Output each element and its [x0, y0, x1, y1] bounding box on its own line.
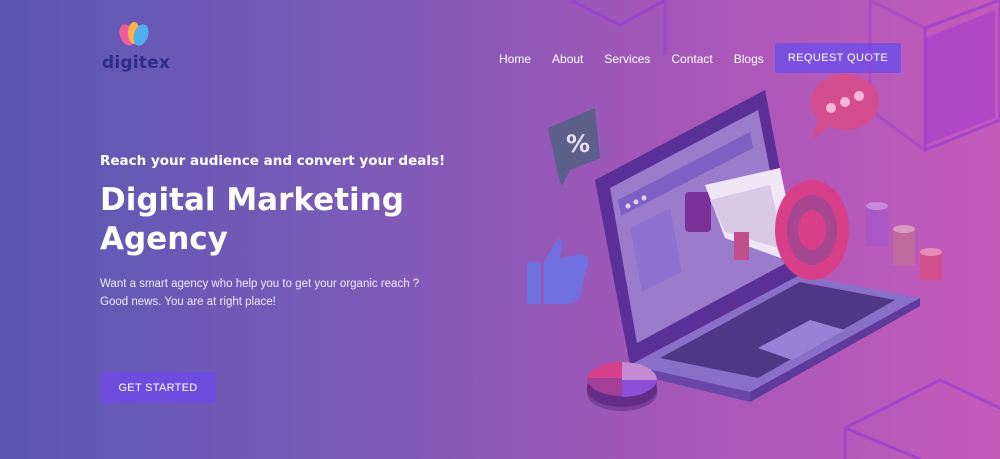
heart-logo-icon: [119, 22, 149, 46]
percent-badge-icon: %: [548, 108, 600, 186]
brand-name: digitex: [102, 53, 171, 73]
hero-title: Digital Marketing Agency: [100, 181, 500, 259]
hero-title-line-2: Agency: [100, 221, 228, 257]
hero-tagline: Reach your audience and convert your dea…: [100, 153, 446, 169]
thumbs-up-icon: [527, 238, 589, 304]
get-started-button[interactable]: GET STARTED: [100, 372, 216, 403]
hero-title-line-1: Digital Marketing: [100, 182, 404, 218]
hero-illustration: %: [527, 0, 1000, 459]
hero-description: Want a smart agency who help you to get …: [100, 278, 420, 308]
svg-text:%: %: [566, 130, 590, 158]
chat-bubble-icon: [811, 74, 879, 140]
pie-chart-icon: [586, 361, 657, 412]
cylinders: [866, 202, 942, 280]
